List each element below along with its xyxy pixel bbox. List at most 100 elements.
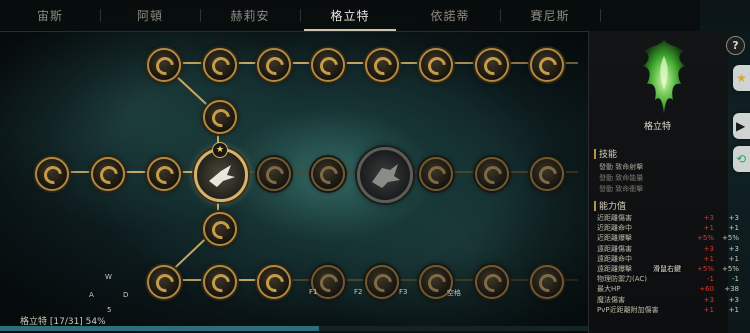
skill-node[interactable] [311, 48, 345, 82]
bird-icon [209, 165, 235, 187]
hotkey-f2: F2 [354, 288, 363, 296]
stat-value: +5% [722, 265, 739, 273]
skill-node-locked[interactable] [257, 157, 291, 191]
tab-senis[interactable]: 賽尼斯 [500, 0, 600, 31]
tab-aton[interactable]: 阿頓 [100, 0, 200, 31]
tab-divider [200, 9, 201, 22]
phoenix-emblem-icon [643, 40, 685, 114]
tab-inodi[interactable]: 依諾蒂 [400, 0, 500, 31]
skill-node[interactable] [91, 157, 125, 191]
stats-title: 能力值 [594, 199, 626, 212]
stat-name: PvP近距離附加傷害 [597, 305, 659, 314]
tab-divider [100, 9, 101, 22]
skill-node-locked[interactable] [311, 157, 345, 191]
hotkey-space: 空格 [447, 289, 461, 297]
skill-node[interactable] [530, 48, 564, 82]
skill-node[interactable] [203, 212, 237, 246]
stat-delta: +5% [697, 234, 714, 243]
stat-value: +5% [722, 234, 739, 243]
skill-item: 發動 致命能量 [599, 174, 644, 182]
skills-title-text: 技能 [599, 150, 618, 160]
skill-node[interactable] [147, 265, 181, 299]
crescent-icon [424, 162, 450, 188]
skill-node[interactable] [203, 48, 237, 82]
hotkey-d: D [123, 291, 129, 299]
tab-divider [600, 9, 601, 22]
crescent-icon [208, 270, 234, 296]
hotkey-w: W [105, 273, 112, 281]
play-button[interactable]: ▶ [733, 113, 750, 139]
skill-node-locked[interactable] [475, 157, 509, 191]
tree-progress-bar [0, 326, 590, 331]
crescent-icon [262, 270, 288, 296]
skill-node[interactable] [419, 48, 453, 82]
skill-node[interactable] [147, 157, 181, 191]
stat-row: 近距離傷害 +3 +3 [597, 214, 739, 223]
favorite-button[interactable]: ★ [733, 65, 750, 91]
stat-delta: +1 [703, 224, 714, 233]
skill-node-locked[interactable] [530, 265, 564, 299]
skill-node-locked[interactable] [530, 157, 564, 191]
stat-name: 遠距離爆擊 [597, 265, 632, 273]
crescent-icon [535, 162, 561, 188]
skill-node-locked[interactable] [475, 265, 509, 299]
stat-row: 魔法傷害 +3 +3 [597, 296, 739, 305]
tab-divider [500, 9, 501, 22]
stat-delta: +60 [699, 285, 714, 294]
skill-item: 發動 致命射擊 [599, 163, 644, 171]
skill-node[interactable] [203, 100, 237, 134]
crescent-icon [262, 162, 288, 188]
skill-node[interactable] [257, 265, 291, 299]
crescent-icon [316, 53, 342, 79]
stat-value: +1 [728, 224, 739, 233]
stat-row: 近距離命中 +1 +1 [597, 224, 739, 233]
stat-name: 遠距離傷害 [597, 244, 632, 253]
crescent-icon [208, 217, 234, 243]
stat-name: 遠距離命中 [597, 254, 632, 263]
crescent-icon [96, 162, 122, 188]
skill-node[interactable] [147, 48, 181, 82]
help-button[interactable]: ? [726, 36, 745, 55]
glyph-tree-screen: ★ W A D F1 F2 F3 空格 格立特 [17/31] 54% 5 宙斯… [0, 0, 750, 333]
skill-node[interactable] [203, 265, 237, 299]
stat-delta: +1 [703, 305, 714, 314]
skill-item: 發動 致命衝擊 [599, 185, 644, 193]
tree-progress-superscript: 5 [107, 306, 112, 314]
section-marker [594, 148, 596, 159]
tab-zeus[interactable]: 宙斯 [0, 0, 100, 31]
skill-node[interactable] [365, 48, 399, 82]
hotkey-a: A [89, 291, 94, 299]
stat-value: +3 [728, 295, 739, 304]
crescent-icon [535, 53, 561, 79]
star-icon: ★ [736, 71, 747, 85]
rotate-button[interactable]: ⟲ [733, 146, 750, 172]
skill-node[interactable] [475, 48, 509, 82]
skill-node[interactable] [35, 157, 69, 191]
crescent-icon [370, 53, 396, 79]
tab-helian[interactable]: 赫莉安 [200, 0, 300, 31]
skill-node-locked[interactable] [365, 265, 399, 299]
hotkey-f1: F1 [309, 288, 318, 296]
active-skill-node[interactable]: ★ [194, 142, 248, 202]
crescent-icon [424, 53, 450, 79]
skill-node[interactable] [257, 48, 291, 82]
stat-row: 物理防禦力(AC) -1 -1 [597, 275, 739, 284]
crescent-icon [424, 270, 450, 296]
crescent-icon [208, 105, 234, 131]
stat-delta: +5% [697, 265, 714, 273]
tree-progress-fill [0, 326, 319, 331]
stat-row: PvP近距離附加傷害 +1 +1 [597, 306, 739, 315]
stat-delta: -1 [707, 275, 714, 284]
emblem-name: 格立特 [643, 122, 671, 132]
locked-skill-node[interactable] [357, 147, 413, 203]
skill-node-locked[interactable] [419, 157, 453, 191]
stat-name: 近距離爆擊 [597, 234, 632, 243]
stat-row: 近距離爆擊 +5% +5% [597, 234, 739, 243]
tab-gritt[interactable]: 格立特 [300, 0, 400, 31]
rotate-icon: ⟲ [736, 152, 747, 166]
crescent-icon [262, 53, 288, 79]
stat-name: 魔法傷害 [597, 295, 625, 304]
stat-value: +3 [728, 214, 739, 222]
crescent-icon [40, 162, 66, 188]
crescent-icon [208, 53, 234, 79]
